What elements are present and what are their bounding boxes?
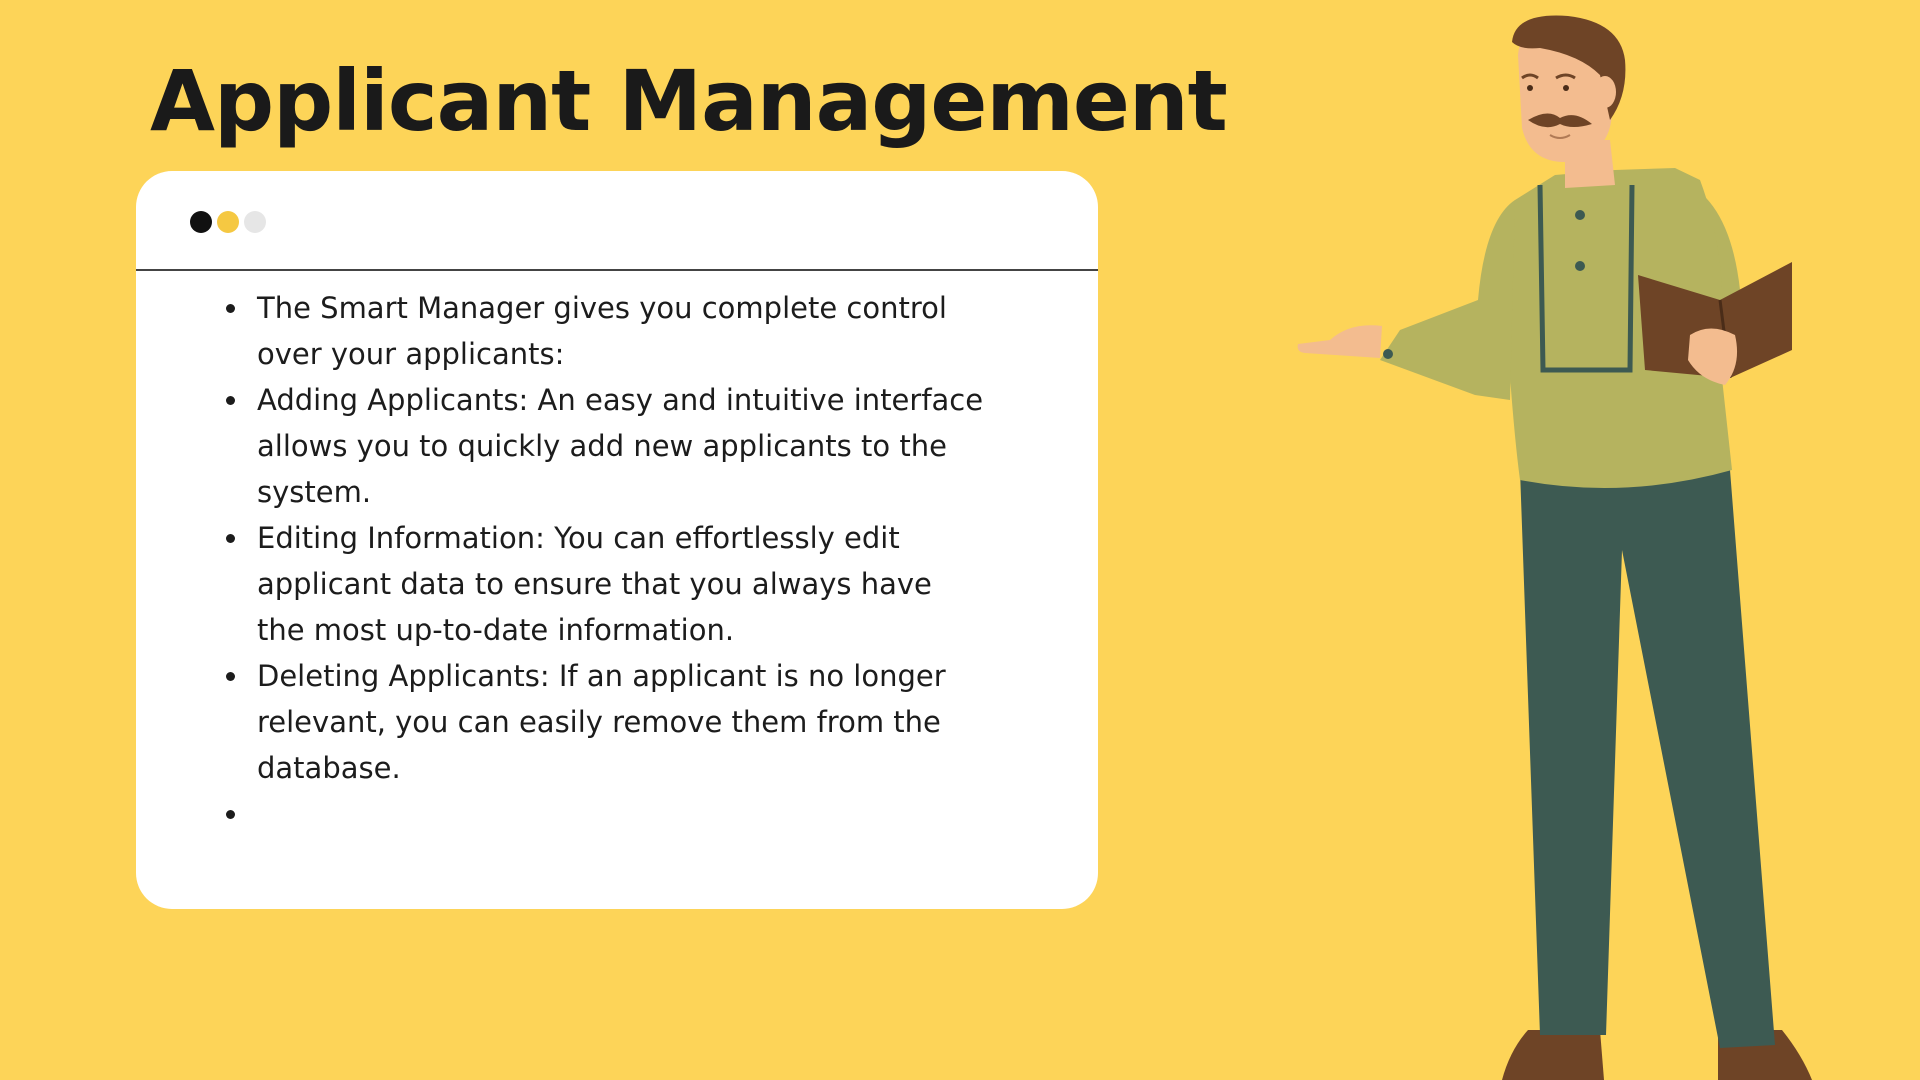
bullet-list: The Smart Manager gives you complete con… <box>224 285 984 837</box>
bullet-item-empty <box>224 791 984 837</box>
content-card: The Smart Manager gives you complete con… <box>136 171 1098 909</box>
bullet-item: Deleting Applicants: If an applicant is … <box>224 653 984 791</box>
pants <box>1520 470 1775 1048</box>
card-header <box>136 171 1098 271</box>
bullet-item: Adding Applicants: An easy and intuitive… <box>224 377 984 515</box>
bullet-item: The Smart Manager gives you complete con… <box>224 285 984 377</box>
window-dot-light <box>244 211 266 233</box>
window-dot-dark <box>190 211 212 233</box>
presenter-illustration <box>1297 15 1812 1080</box>
left-hand <box>1297 325 1382 358</box>
left-arm <box>1380 200 1515 400</box>
page-title: Applicant Management <box>150 52 1228 150</box>
bullet-item: Editing Information: You can effortlessl… <box>224 515 984 653</box>
window-dot-yellow <box>217 211 239 233</box>
left-shoe <box>1502 1030 1604 1080</box>
